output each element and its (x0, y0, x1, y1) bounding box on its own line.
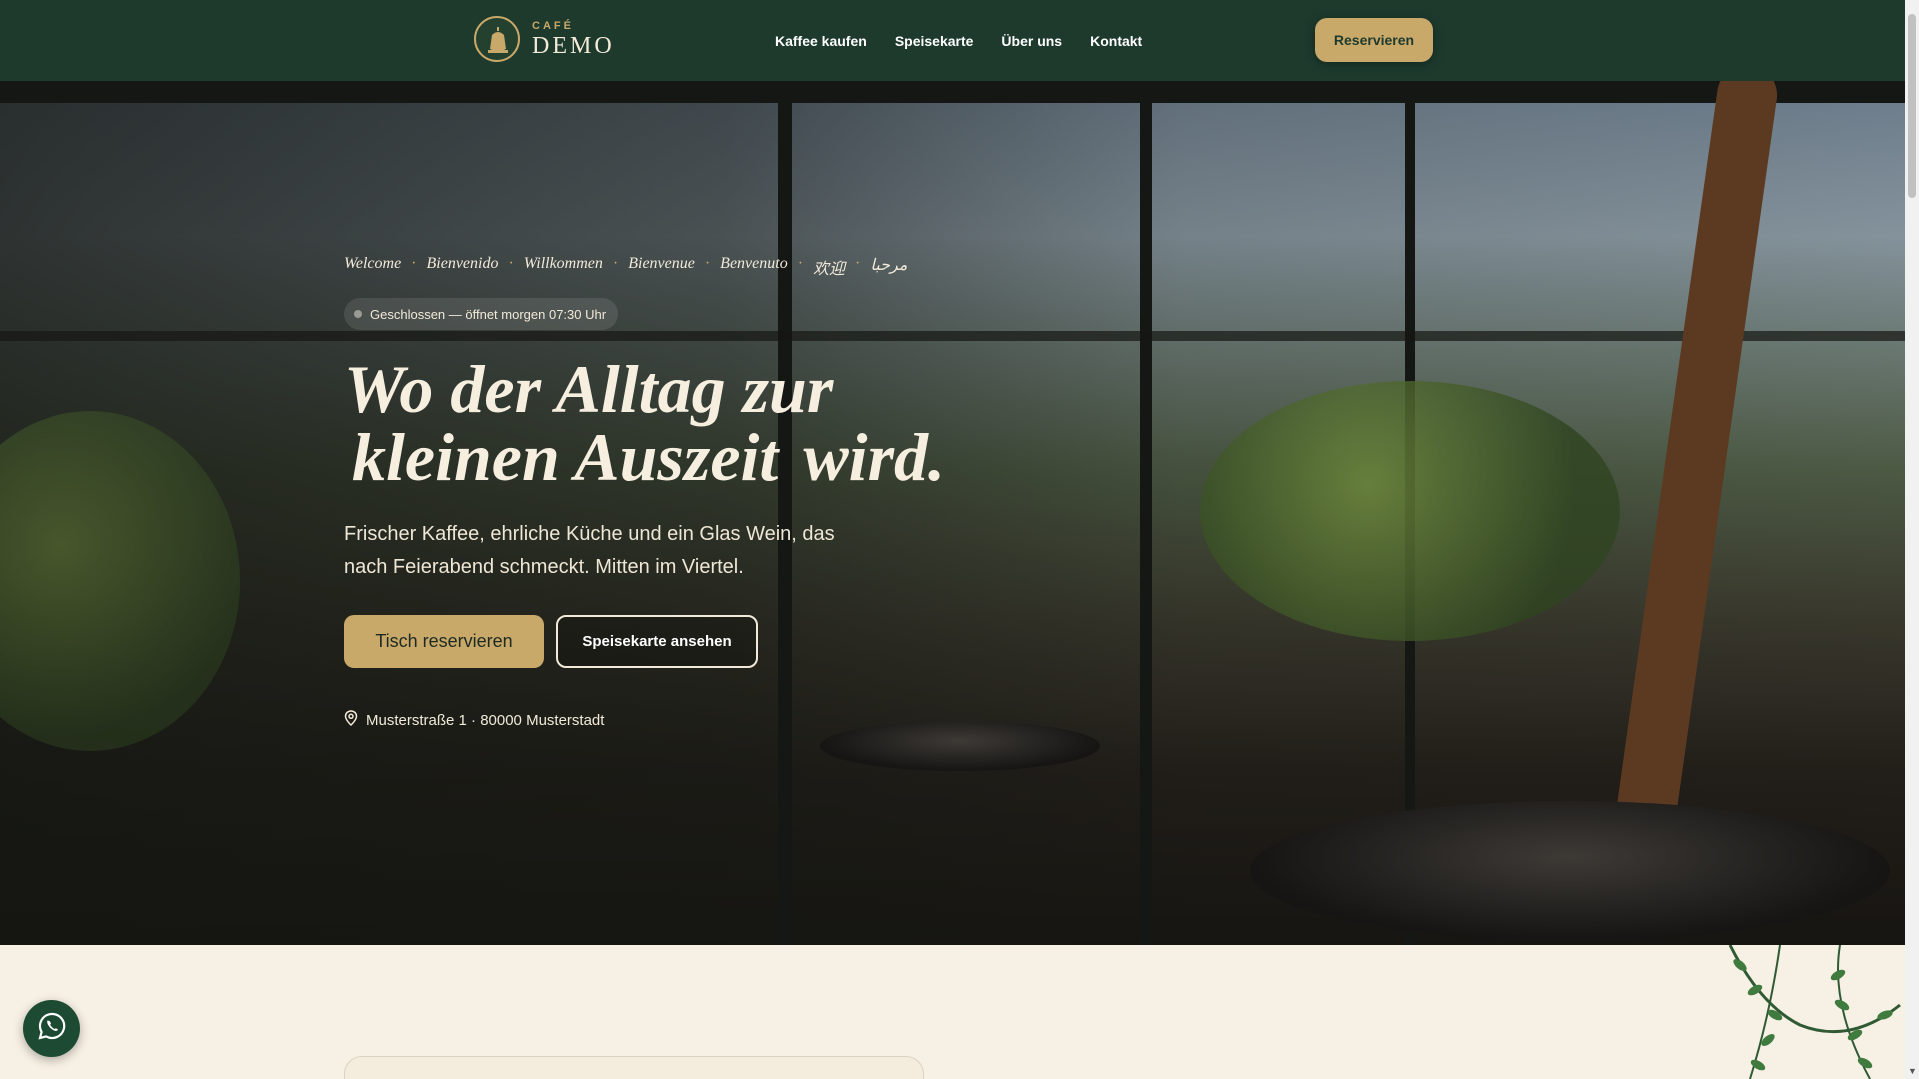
greeting-separator: · (508, 255, 514, 272)
greeting: 欢迎 (813, 261, 846, 278)
headline-end: wird. (803, 419, 946, 495)
logo[interactable]: CAFÉ DEMO (474, 16, 615, 62)
hero-subtext: Frischer Kaffee, ehrliche Küche und ein … (344, 523, 835, 578)
opening-status-text: Geschlossen — öffnet morgen 07:30 Uhr (370, 306, 607, 322)
greeting-separator: · (704, 255, 711, 272)
scroll-down-arrow-icon[interactable]: ▼ (1908, 1066, 1917, 1076)
view-menu-button[interactable]: Speisekarte ansehen (556, 615, 758, 668)
greetings-row: Welcome · Bienvenido · Willkommen · Bien… (344, 255, 907, 279)
hero-section: Welcome · Bienvenido · Willkommen · Bien… (0, 81, 1905, 945)
greeting: Welcome (344, 255, 402, 272)
scrollbar-thumb[interactable] (1908, 14, 1916, 198)
hero-headline: Wo der Alltag zur kleinen Auszeit wird. (344, 355, 945, 491)
reserve-button[interactable]: Reservieren (1315, 18, 1433, 62)
window-frame (778, 81, 792, 945)
map-pin-icon (344, 710, 358, 730)
site-header: CAFÉ DEMO Kaffee kaufen Speisekarte Über… (0, 0, 1905, 81)
opening-status-badge: Geschlossen — öffnet morgen 07:30 Uhr (344, 298, 619, 330)
address[interactable]: Musterstraße 1 · 80000 Musterstadt (344, 710, 604, 730)
greeting-separator: · (855, 255, 861, 272)
cafe-table (1250, 801, 1890, 941)
headline-highlight: kleinen Auszeit (344, 423, 787, 491)
greeting: Willkommen (523, 255, 603, 272)
address-text: Musterstraße 1 · 80000 Musterstadt (366, 711, 605, 729)
logo-title: DEMO (532, 33, 615, 59)
nav-kaffee-kaufen[interactable]: Kaffee kaufen (775, 33, 867, 49)
greeting: مرحبا (870, 257, 908, 274)
logo-small-text: CAFÉ (532, 20, 574, 32)
greeting-separator: · (797, 255, 804, 272)
greeting: Bienvenido (426, 255, 499, 272)
whatsapp-button[interactable] (23, 1000, 80, 1057)
nav-ueber-uns[interactable]: Über uns (1001, 33, 1062, 49)
window-frame (0, 81, 1905, 103)
vine-decoration (1728, 945, 1901, 1079)
window-frame (1140, 81, 1152, 945)
headline-line1: Wo der Alltag zur (344, 351, 834, 427)
greeting-separator: · (612, 255, 619, 272)
status-dot-icon (354, 310, 362, 318)
greeting-separator: · (411, 255, 417, 272)
nav-speisekarte[interactable]: Speisekarte (895, 33, 974, 49)
main-nav: Kaffee kaufen Speisekarte Über uns Konta… (775, 0, 1142, 81)
nav-kontakt[interactable]: Kontakt (1090, 33, 1142, 49)
cafe-table (820, 721, 1100, 771)
reserve-table-button[interactable]: Tisch reservieren (344, 615, 544, 668)
plant-decoration (0, 411, 240, 751)
coffee-pot-icon (474, 16, 520, 62)
greeting: Benvenuto (720, 255, 788, 272)
plant-decoration (1200, 381, 1620, 641)
window-frame (0, 331, 1905, 341)
content-card (344, 1056, 924, 1079)
whatsapp-icon (37, 1011, 67, 1046)
greeting: Bienvenue (628, 255, 695, 272)
